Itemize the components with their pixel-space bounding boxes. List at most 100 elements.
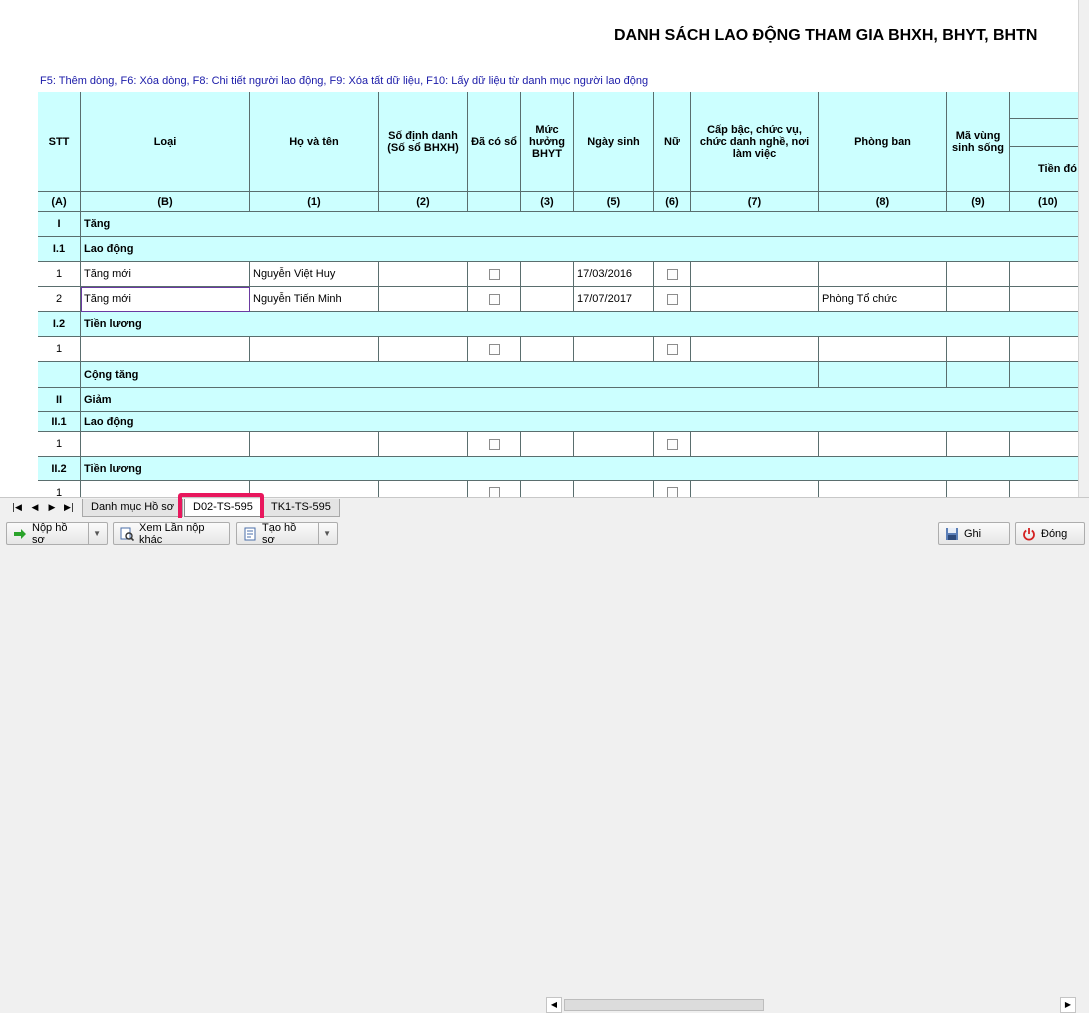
scroll-thumb[interactable] bbox=[564, 999, 764, 1011]
muc-huong-cell[interactable] bbox=[521, 432, 574, 457]
da-co-so-checkbox[interactable] bbox=[488, 487, 500, 497]
cap-bac-cell[interactable] bbox=[691, 481, 819, 497]
code-a: (A) bbox=[38, 192, 81, 212]
loai-cell-selected[interactable]: Tăng mới bbox=[81, 287, 250, 312]
muc-huong-cell[interactable] bbox=[521, 337, 574, 362]
ho-ten-cell[interactable]: Nguyễn Việt Huy bbox=[250, 262, 379, 287]
section-code: I bbox=[38, 212, 81, 237]
section-label: Tiền lương bbox=[81, 457, 1089, 481]
loai-cell[interactable] bbox=[81, 432, 250, 457]
code-blank bbox=[468, 192, 521, 212]
section-code: II bbox=[38, 388, 81, 412]
cap-bac-cell[interactable] bbox=[691, 287, 819, 312]
nu-checkbox[interactable] bbox=[666, 343, 678, 355]
ngay-sinh-cell[interactable] bbox=[574, 432, 654, 457]
da-co-so-cell bbox=[468, 481, 521, 497]
muc-huong-cell[interactable] bbox=[521, 481, 574, 497]
phong-ban-cell[interactable] bbox=[819, 337, 947, 362]
scroll-left-icon[interactable]: ◀ bbox=[546, 997, 562, 1013]
ho-ten-cell[interactable]: Nguyễn Tiến Minh bbox=[250, 287, 379, 312]
loai-cell[interactable] bbox=[81, 337, 250, 362]
muc-huong-cell[interactable] bbox=[521, 287, 574, 312]
col-header-loai: Loại bbox=[81, 92, 250, 192]
horizontal-scrollbar[interactable]: ◀ ▶ bbox=[546, 997, 1076, 1013]
ma-vung-cell[interactable] bbox=[947, 337, 1010, 362]
phong-ban-cell[interactable] bbox=[819, 262, 947, 287]
phong-ban-cell[interactable] bbox=[819, 432, 947, 457]
ho-ten-cell[interactable] bbox=[250, 432, 379, 457]
section-code: I.2 bbox=[38, 312, 81, 337]
col-header-ho-ten: Họ và tên bbox=[250, 92, 379, 192]
nu-checkbox[interactable] bbox=[666, 438, 678, 450]
section-code: II.1 bbox=[38, 412, 81, 432]
nop-ho-so-button[interactable]: Nộp hồ sơ ▼ bbox=[6, 522, 108, 546]
nu-cell bbox=[654, 432, 691, 457]
chevron-down-icon[interactable]: ▼ bbox=[318, 523, 331, 544]
next-sheet-icon[interactable]: ▶ bbox=[45, 501, 59, 515]
so-dinh-danh-cell[interactable] bbox=[379, 481, 468, 497]
phong-ban-cell[interactable] bbox=[819, 481, 947, 497]
col-header-ngay-sinh: Ngày sinh bbox=[574, 92, 654, 192]
dong-label: Đóng bbox=[1041, 527, 1068, 540]
cap-bac-cell[interactable] bbox=[691, 337, 819, 362]
code-1: (1) bbox=[250, 192, 379, 212]
phong-ban-cell[interactable]: Phòng Tổ chức bbox=[819, 287, 947, 312]
xem-lan-nop-khac-button[interactable]: Xem Lần nộp khác bbox=[113, 522, 230, 546]
so-dinh-danh-cell[interactable] bbox=[379, 337, 468, 362]
code-6: (6) bbox=[654, 192, 691, 212]
code-7: (7) bbox=[691, 192, 819, 212]
scroll-right-icon[interactable]: ▶ bbox=[1060, 997, 1076, 1013]
section-label: Tăng bbox=[81, 212, 1089, 237]
nu-cell bbox=[654, 337, 691, 362]
so-dinh-danh-cell[interactable] bbox=[379, 287, 468, 312]
ngay-sinh-cell[interactable]: 17/07/2017 bbox=[574, 287, 654, 312]
ma-vung-cell[interactable] bbox=[947, 287, 1010, 312]
tao-ho-so-label: Tạo hồ sơ bbox=[262, 521, 297, 546]
table-row-stt: 2 bbox=[38, 287, 81, 312]
last-sheet-icon[interactable]: ▶| bbox=[62, 501, 76, 515]
table-row-stt: 1 bbox=[38, 337, 81, 362]
da-co-so-checkbox[interactable] bbox=[488, 268, 500, 280]
ho-ten-cell[interactable] bbox=[250, 337, 379, 362]
col-header-stt: STT bbox=[38, 92, 81, 192]
new-document-icon bbox=[243, 527, 257, 541]
loai-cell[interactable]: Tăng mới bbox=[81, 262, 250, 287]
total-ma-vung bbox=[947, 362, 1010, 388]
so-dinh-danh-cell[interactable] bbox=[379, 432, 468, 457]
ghi-button[interactable]: Ghi bbox=[938, 522, 1010, 545]
section-code: II.2 bbox=[38, 457, 81, 481]
labor-table: STT Loại Họ và tên Số định danh (Số sổ B… bbox=[38, 92, 1089, 497]
section-label: Giảm bbox=[81, 388, 1089, 412]
cap-bac-cell[interactable] bbox=[691, 262, 819, 287]
nu-checkbox[interactable] bbox=[666, 293, 678, 305]
ho-ten-cell[interactable] bbox=[250, 481, 379, 497]
code-5: (5) bbox=[574, 192, 654, 212]
muc-huong-cell[interactable] bbox=[521, 262, 574, 287]
first-sheet-icon[interactable]: |◀ bbox=[10, 501, 24, 515]
ma-vung-cell[interactable] bbox=[947, 432, 1010, 457]
da-co-so-checkbox[interactable] bbox=[488, 293, 500, 305]
vertical-scrollbar[interactable] bbox=[1078, 0, 1089, 497]
ngay-sinh-cell[interactable] bbox=[574, 337, 654, 362]
ma-vung-cell[interactable] bbox=[947, 481, 1010, 497]
nu-checkbox[interactable] bbox=[666, 268, 678, 280]
ngay-sinh-cell[interactable] bbox=[574, 481, 654, 497]
da-co-so-checkbox[interactable] bbox=[488, 343, 500, 355]
ngay-sinh-cell[interactable]: 17/03/2016 bbox=[574, 262, 654, 287]
nu-checkbox[interactable] bbox=[666, 487, 678, 497]
tab-tk1-ts-595[interactable]: TK1-TS-595 bbox=[262, 499, 340, 517]
prev-sheet-icon[interactable]: ◀ bbox=[28, 501, 42, 515]
cap-bac-cell[interactable] bbox=[691, 432, 819, 457]
da-co-so-checkbox[interactable] bbox=[488, 438, 500, 450]
col-header-so-dinh-danh: Số định danh (Số sổ BHXH) bbox=[379, 92, 468, 192]
tab-danh-muc-ho-so[interactable]: Danh mục Hồ sơ bbox=[82, 499, 184, 517]
chevron-down-icon[interactable]: ▼ bbox=[88, 523, 101, 544]
so-dinh-danh-cell[interactable] bbox=[379, 262, 468, 287]
tao-ho-so-button[interactable]: Tạo hồ sơ ▼ bbox=[236, 521, 338, 546]
nu-cell bbox=[654, 262, 691, 287]
da-co-so-cell bbox=[468, 337, 521, 362]
total-code-cell bbox=[38, 362, 81, 388]
total-phong-ban bbox=[819, 362, 947, 388]
ma-vung-cell[interactable] bbox=[947, 262, 1010, 287]
dong-button[interactable]: Đóng bbox=[1015, 522, 1085, 545]
